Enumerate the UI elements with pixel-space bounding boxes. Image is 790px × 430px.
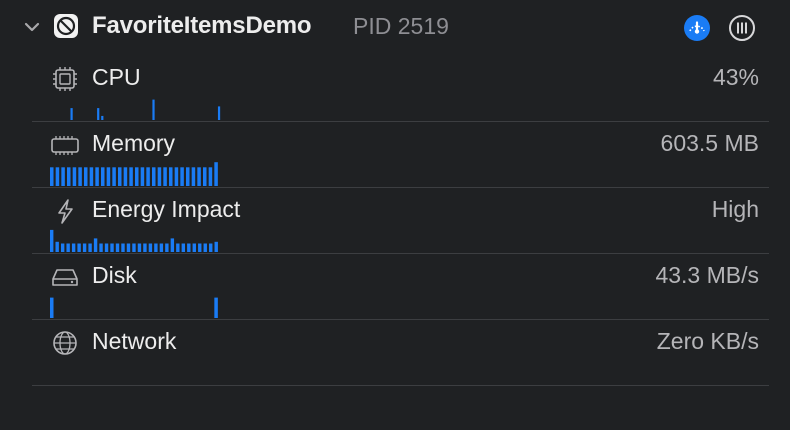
memory-bar [174, 167, 179, 186]
memory-bar [101, 167, 105, 186]
cpu-bar [70, 108, 73, 120]
cpu-bar [101, 115, 104, 120]
metric-row-memory[interactable]: Memory 603.5 MB [32, 122, 769, 188]
memory-bar [118, 167, 122, 186]
memory-bar [163, 167, 167, 186]
memory-bar [106, 167, 111, 186]
memory-bar [146, 167, 150, 186]
energy-bar [60, 243, 65, 252]
metric-row-energy-impact[interactable]: Energy Impact High [32, 188, 769, 254]
memory-bar [169, 167, 173, 186]
energy-bar [187, 243, 191, 252]
gauge-icon[interactable] [683, 14, 711, 42]
process-header: FavoriteItemsDemo PID 2519 [0, 0, 790, 56]
energy-bar [104, 243, 109, 252]
memory-bar [197, 167, 201, 186]
energy-bar [82, 243, 87, 252]
energy-bar [93, 238, 98, 252]
memory-bar [140, 167, 145, 186]
energy-bar [203, 243, 207, 252]
energy-sparkline [50, 229, 218, 252]
energy-bar [198, 243, 202, 252]
memory-bar [186, 167, 190, 186]
energy-bar [214, 241, 218, 252]
cpu-bar [217, 106, 221, 120]
metric-value: High [711, 196, 759, 222]
pause-icon[interactable] [728, 14, 756, 42]
energy-bar [137, 243, 142, 252]
memory-bar [180, 167, 184, 186]
disk-bar [214, 297, 218, 318]
cpu-sparkline [70, 99, 221, 120]
memory-bar [55, 167, 60, 186]
energy-bar [88, 243, 92, 252]
memory-bar [50, 167, 54, 186]
energy-bar [126, 243, 131, 252]
memory-bar [135, 167, 139, 186]
energy-bar [66, 243, 70, 252]
memory-bar [112, 167, 116, 186]
energy-bar [121, 243, 125, 252]
metric-label: Network [92, 328, 177, 354]
disk-sparkline [50, 297, 218, 318]
memory-bar [157, 167, 162, 186]
memory-bar [214, 162, 218, 186]
cpu-bar [152, 99, 155, 120]
energy-bar [209, 243, 213, 252]
app-icon [54, 14, 78, 38]
divider [32, 384, 769, 386]
memory-bar [203, 167, 207, 186]
cpu-bar [97, 108, 100, 120]
process-pid: PID 2519 [353, 13, 449, 39]
energy-bar [165, 243, 169, 252]
energy-bar [50, 229, 54, 252]
energy-bar [77, 243, 81, 252]
energy-bar [71, 243, 76, 252]
energy-bar [110, 243, 114, 252]
memory-sparkline [50, 162, 218, 186]
memory-bar [89, 167, 94, 186]
energy-bar [55, 241, 59, 252]
memory-bar [191, 167, 196, 186]
energy-bar [115, 243, 120, 252]
metric-value: Zero KB/s [656, 328, 759, 354]
energy-bar [170, 238, 175, 252]
energy-bar [176, 243, 180, 252]
energy-bar [159, 243, 164, 252]
energy-bar [143, 243, 147, 252]
chevron-down-icon[interactable] [22, 17, 42, 37]
memory-bar [61, 167, 65, 186]
energy-bar [181, 243, 186, 252]
memory-bar [123, 167, 128, 186]
metric-row-cpu[interactable]: CPU 43% [32, 56, 769, 122]
energy-bar [148, 243, 153, 252]
energy-bar [132, 243, 136, 252]
disk-bar [50, 297, 54, 318]
metric-row-network[interactable]: Network Zero KB/s [32, 320, 769, 386]
metric-row-disk[interactable]: Disk 43.3 MB/s [32, 254, 769, 320]
metric-value: 603.5 MB [660, 130, 759, 156]
metric-value: 43.3 MB/s [655, 262, 759, 288]
memory-bar [129, 167, 133, 186]
energy-bar [154, 243, 158, 252]
memory-bar [152, 167, 156, 186]
memory-bar [78, 167, 82, 186]
memory-bar [208, 167, 213, 186]
memory-bar [95, 167, 99, 186]
energy-bar [192, 243, 196, 252]
memory-bar [67, 167, 71, 186]
memory-bar [72, 167, 77, 186]
memory-bar [84, 167, 88, 186]
process-name: FavoriteItemsDemo [92, 12, 312, 39]
globe-icon [53, 331, 77, 355]
energy-bar [99, 243, 103, 252]
metric-value: 43% [712, 64, 759, 90]
